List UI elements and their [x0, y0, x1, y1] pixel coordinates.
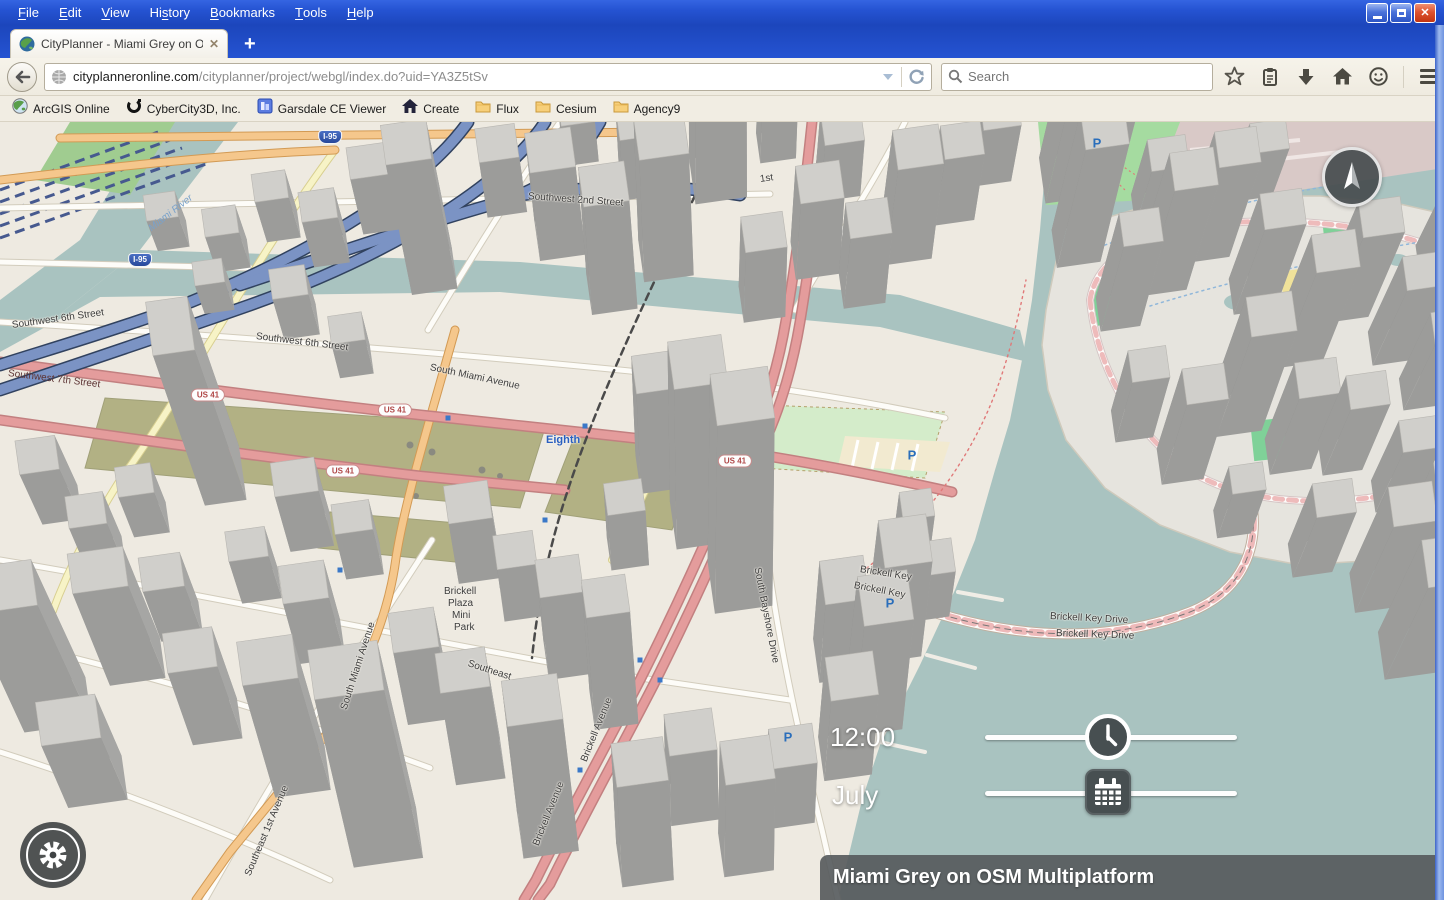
- map-viewport: Southwest 2nd Street1stSouthwest 6th Str…: [0, 122, 1444, 900]
- time-label: 12:00: [830, 722, 895, 753]
- bookmark-label: Garsdale CE Viewer: [278, 102, 387, 116]
- time-slider-handle-clock-icon[interactable]: [1082, 711, 1134, 763]
- search-box[interactable]: [941, 63, 1213, 91]
- bookmark-label: Agency9: [634, 102, 681, 116]
- compass-north-arrow-icon: [1332, 157, 1372, 197]
- back-button[interactable]: [7, 62, 37, 92]
- globe-icon: [12, 98, 28, 119]
- browser-window: FileEditViewHistoryBookmarksToolsHelp ✕ …: [0, 0, 1444, 900]
- bookmark-create[interactable]: Create: [396, 96, 465, 121]
- search-input[interactable]: [968, 69, 1188, 84]
- minimize-button[interactable]: [1366, 3, 1388, 23]
- tab-close-icon[interactable]: ✕: [209, 37, 219, 51]
- menu-view[interactable]: View: [91, 0, 139, 25]
- close-icon: ✕: [1420, 6, 1429, 19]
- bookmark-label: Flux: [496, 102, 519, 116]
- bookmark-arcgis-online[interactable]: ArcGIS Online: [6, 96, 116, 121]
- url-path: /cityplanner/project/webgl/index.do?uid=…: [199, 69, 488, 84]
- divider: [1403, 66, 1404, 88]
- reading-list-icon[interactable]: [1259, 66, 1281, 88]
- menu-bar: FileEditViewHistoryBookmarksToolsHelp ✕: [0, 0, 1444, 25]
- back-arrow-icon: [13, 68, 31, 86]
- bookmark-label: ArcGIS Online: [33, 102, 110, 116]
- url-dropdown-icon[interactable]: [883, 74, 893, 80]
- navigation-toolbar: cityplanneronline.com/cityplanner/projec…: [0, 58, 1444, 96]
- settings-ring: [26, 828, 80, 882]
- download-icon[interactable]: [1295, 66, 1317, 88]
- bookmark-agency9[interactable]: Agency9: [607, 96, 687, 121]
- map-canvas[interactable]: [0, 122, 1444, 900]
- bookmark-star-icon[interactable]: [1223, 66, 1245, 88]
- building-app-icon: [257, 98, 273, 119]
- tab-cityplanner[interactable]: CityPlanner - Miami Grey on O... ✕: [10, 29, 228, 58]
- project-title: Miami Grey on OSM Multiplatform: [820, 866, 1154, 889]
- divider: [901, 67, 902, 87]
- project-title-bar: Miami Grey on OSM Multiplatform: [820, 855, 1436, 900]
- restore-icon: [1397, 9, 1406, 17]
- settings-button[interactable]: [20, 822, 86, 888]
- close-button[interactable]: ✕: [1414, 3, 1436, 23]
- compass-button[interactable]: [1322, 147, 1382, 207]
- bookmark-label: Create: [423, 102, 459, 116]
- search-icon: [948, 69, 963, 84]
- restore-button[interactable]: [1390, 3, 1412, 23]
- menu-tools[interactable]: Tools: [285, 0, 337, 25]
- reload-icon[interactable]: [908, 68, 925, 85]
- toolbar-icons: [1223, 66, 1440, 88]
- tab-favicon: [19, 36, 35, 52]
- url-domain: cityplanneronline.com: [73, 69, 199, 84]
- window-border: [1435, 25, 1444, 900]
- tab-title: CityPlanner - Miami Grey on O...: [41, 37, 203, 51]
- bookmarks-toolbar: ArcGIS Online CyberCity3D, Inc. Garsdale C…: [0, 96, 1444, 122]
- tab-bar: CityPlanner - Miami Grey on O... ✕ +: [0, 25, 1444, 58]
- folder-icon: [475, 98, 491, 119]
- menu-items: FileEditViewHistoryBookmarksToolsHelp: [0, 0, 384, 25]
- bookmark-label: CyberCity3D, Inc.: [147, 102, 241, 116]
- month-label: July: [832, 780, 878, 811]
- arc-ring-icon: [126, 98, 142, 119]
- bookmark-cybercity3d-inc-[interactable]: CyberCity3D, Inc.: [120, 96, 247, 121]
- url-text: cityplanneronline.com/cityplanner/projec…: [73, 69, 875, 84]
- site-globe-icon: [51, 69, 67, 85]
- window-controls: ✕: [1366, 3, 1444, 23]
- folder-icon: [535, 98, 551, 119]
- bookmark-flux[interactable]: Flux: [469, 96, 525, 121]
- house-icon: [402, 98, 418, 119]
- hello-smiley-icon[interactable]: [1367, 66, 1389, 88]
- bookmark-label: Cesium: [556, 102, 597, 116]
- folder-icon: [613, 98, 629, 119]
- menu-history[interactable]: History: [140, 0, 200, 25]
- calendar-icon: [1091, 775, 1125, 809]
- minimize-icon: [1373, 16, 1382, 19]
- menu-edit[interactable]: Edit: [49, 0, 91, 25]
- bookmark-cesium[interactable]: Cesium: [529, 96, 603, 121]
- menu-bookmarks[interactable]: Bookmarks: [200, 0, 285, 25]
- month-slider-handle[interactable]: [1085, 769, 1131, 815]
- home-icon[interactable]: [1331, 66, 1353, 88]
- menu-help[interactable]: Help: [337, 0, 384, 25]
- bookmark-garsdale-ce-viewer[interactable]: Garsdale CE Viewer: [251, 96, 393, 121]
- url-bar[interactable]: cityplanneronline.com/cityplanner/projec…: [44, 63, 932, 91]
- menu-file[interactable]: File: [8, 0, 49, 25]
- gear-icon: [35, 837, 71, 873]
- new-tab-button[interactable]: +: [244, 34, 256, 54]
